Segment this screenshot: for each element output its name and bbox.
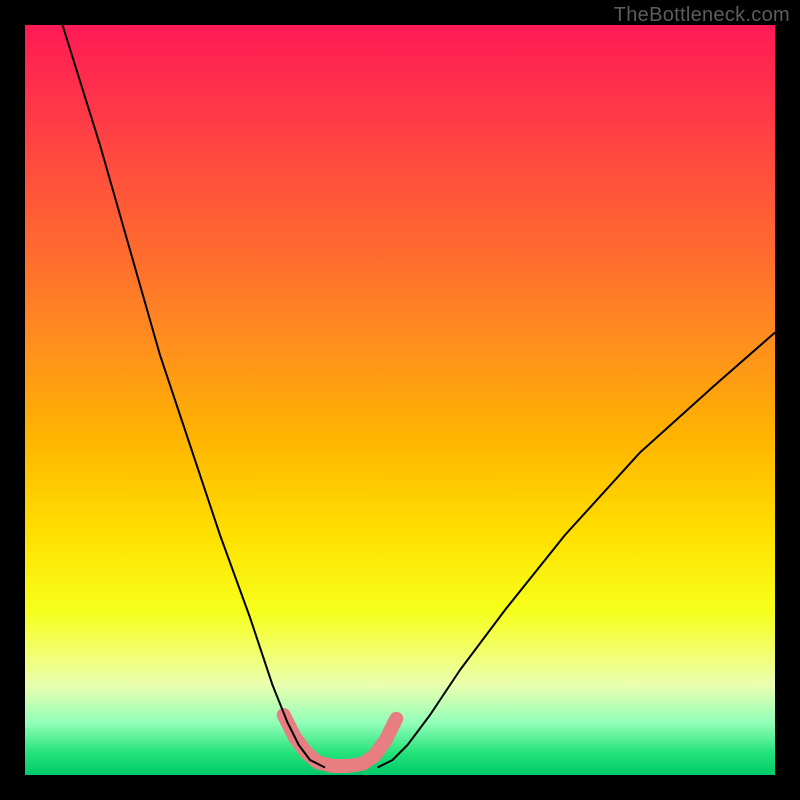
right-curve-path <box>378 333 776 768</box>
chart-frame: TheBottleneck.com <box>0 0 800 800</box>
watermark-text: TheBottleneck.com <box>614 4 790 27</box>
left-curve-path <box>63 25 326 768</box>
chart-svg <box>25 25 775 775</box>
trough-highlight-path <box>284 715 397 766</box>
